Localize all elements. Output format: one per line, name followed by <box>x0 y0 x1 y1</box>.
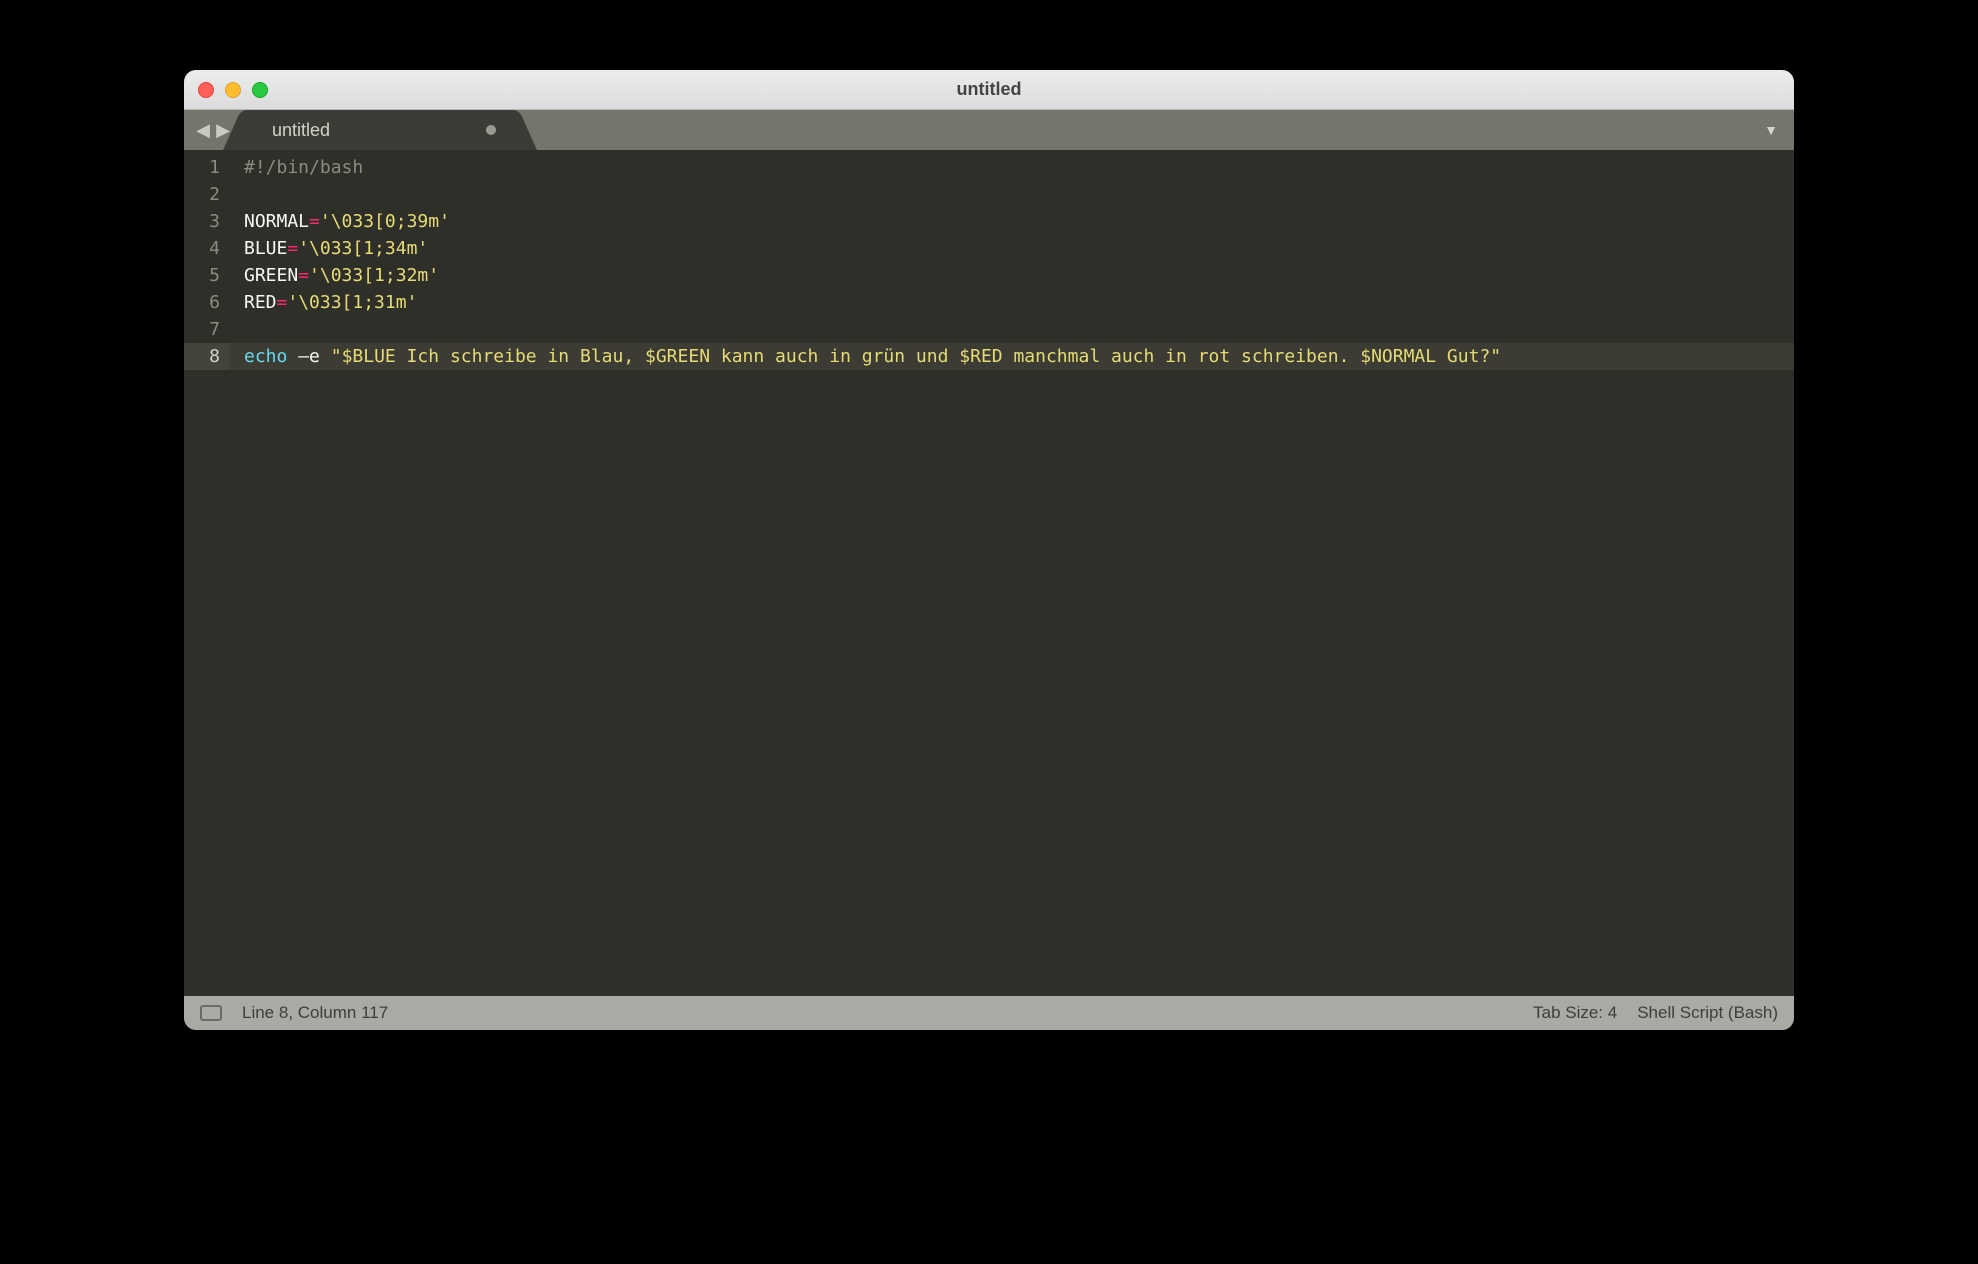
code-line[interactable] <box>230 181 1794 208</box>
tabs-dropdown-icon[interactable]: ▼ <box>1764 122 1778 138</box>
line-number: 5 <box>184 262 230 289</box>
code-line[interactable]: #!/bin/bash <box>230 154 1794 181</box>
tab-label: untitled <box>272 120 330 141</box>
line-number: 2 <box>184 181 230 208</box>
editor-area[interactable]: 12345678 #!/bin/bash NORMAL='\033[0;39m'B… <box>184 150 1794 996</box>
code-line[interactable]: GREEN='\033[1;32m' <box>230 262 1794 289</box>
code-line[interactable] <box>230 316 1794 343</box>
code-line[interactable]: NORMAL='\033[0;39m' <box>230 208 1794 235</box>
line-number: 3 <box>184 208 230 235</box>
status-tabsize[interactable]: Tab Size: 4 <box>1533 1003 1617 1023</box>
tab-dirty-indicator-icon[interactable] <box>486 125 496 135</box>
line-gutter: 12345678 <box>184 150 230 996</box>
line-number: 7 <box>184 316 230 343</box>
line-number: 8 <box>184 343 230 370</box>
code-content[interactable]: #!/bin/bash NORMAL='\033[0;39m'BLUE='\033… <box>230 150 1794 996</box>
status-position[interactable]: Line 8, Column 117 <box>242 1003 388 1023</box>
nav-back-icon[interactable]: ◀ <box>194 120 212 141</box>
close-icon[interactable] <box>198 82 214 98</box>
minimize-icon[interactable] <box>225 82 241 98</box>
tab-active[interactable]: untitled <box>250 110 510 150</box>
code-line[interactable]: echo –e "$BLUE Ich schreibe in Blau, $GR… <box>230 343 1794 370</box>
window-title: untitled <box>957 79 1022 100</box>
line-number: 6 <box>184 289 230 316</box>
titlebar[interactable]: untitled <box>184 70 1794 110</box>
editor-window: untitled ◀ ▶ untitled ▼ 12345678 #!/bin/… <box>184 70 1794 1030</box>
nav-arrows: ◀ ▶ <box>194 120 232 141</box>
line-number: 4 <box>184 235 230 262</box>
code-line[interactable]: BLUE='\033[1;34m' <box>230 235 1794 262</box>
panel-toggle-icon[interactable] <box>200 1005 222 1021</box>
tabbar: ◀ ▶ untitled ▼ <box>184 110 1794 150</box>
status-syntax[interactable]: Shell Script (Bash) <box>1637 1003 1778 1023</box>
zoom-icon[interactable] <box>252 82 268 98</box>
line-number: 1 <box>184 154 230 181</box>
statusbar: Line 8, Column 117 Tab Size: 4 Shell Scr… <box>184 996 1794 1030</box>
code-line[interactable]: RED='\033[1;31m' <box>230 289 1794 316</box>
traffic-lights <box>198 82 268 98</box>
